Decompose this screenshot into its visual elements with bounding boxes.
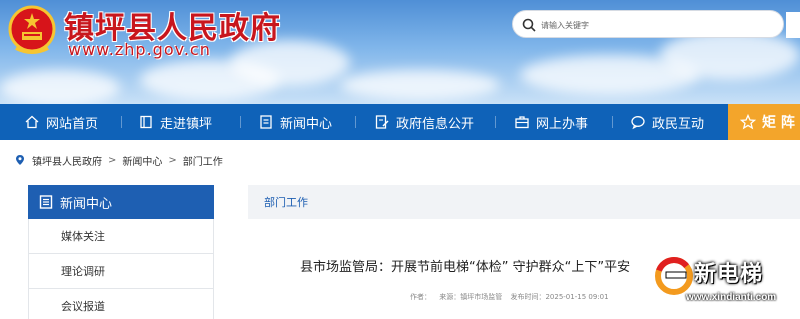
nav-divider	[612, 116, 613, 128]
breadcrumb-separator: >	[168, 154, 177, 166]
nav-item-home[interactable]: 网站首页	[24, 104, 98, 140]
nav-divider	[121, 116, 122, 128]
nav-item-label: 新闻中心	[280, 116, 333, 132]
breadcrumb-separator: >	[108, 154, 117, 166]
sidebar-item-label: 会议报道	[61, 300, 105, 313]
nav-item-news[interactable]: 新闻中心	[258, 104, 332, 140]
sidebar: 新闻中心 媒体关注 理论调研 会议报道	[28, 185, 214, 319]
nav-item-gov-info[interactable]: 政府信息公开	[374, 104, 474, 140]
sidebar-header: 新闻中心	[28, 185, 214, 219]
search-input[interactable]	[541, 15, 771, 35]
nav-divider	[355, 116, 356, 128]
sidebar-item-meetings[interactable]: 会议报道	[28, 289, 214, 319]
home-icon	[25, 115, 39, 129]
meta-source: 来源：镇坪市场监管	[439, 293, 503, 301]
watermark: 新电梯 www.xindianti.com	[652, 254, 800, 314]
search-icon[interactable]	[521, 17, 537, 33]
page: 镇坪县人民政府 www.zhp.gov.cn 网站首页 走进镇坪	[0, 0, 800, 319]
briefcase-icon	[515, 116, 529, 129]
nav-item-label: 网上办事	[536, 116, 589, 132]
nav-item-label: 政府信息公开	[396, 116, 475, 132]
breadcrumb-current[interactable]: 部门工作	[183, 153, 223, 168]
nav-item-interaction[interactable]: 政民互动	[630, 104, 704, 140]
article-title: 县市场监管局：开展节前电梯“体检” 守护群众“上下”平安	[300, 260, 631, 275]
main-nav: 网站首页 走进镇坪 新闻中心 政府信息公开 网上办事 政民互动	[0, 104, 800, 140]
chat-icon	[631, 116, 645, 130]
breadcrumb-home[interactable]: 镇坪县人民政府	[32, 153, 102, 168]
section-title: 部门工作	[264, 196, 308, 209]
watermark-text: 新电梯	[694, 262, 764, 287]
nav-divider	[240, 116, 241, 128]
breadcrumb-news[interactable]: 新闻中心	[122, 153, 162, 168]
document-icon	[39, 195, 53, 209]
search-box[interactable]	[512, 10, 784, 38]
nav-item-label: 矩 阵	[762, 115, 795, 131]
nav-item-about[interactable]: 走进镇坪	[138, 104, 212, 140]
sidebar-title: 新闻中心	[60, 196, 113, 212]
header-banner: 镇坪县人民政府 www.zhp.gov.cn	[0, 0, 800, 104]
edit-document-icon	[375, 115, 389, 129]
nav-item-online-service[interactable]: 网上办事	[514, 104, 588, 140]
header-side-tab[interactable]	[786, 12, 800, 38]
sidebar-item-media[interactable]: 媒体关注	[28, 219, 214, 254]
breadcrumb: 镇坪县人民政府 > 新闻中心 > 部门工作	[14, 152, 223, 168]
nav-item-matrix[interactable]: 矩 阵	[728, 104, 800, 140]
book-icon	[140, 115, 152, 129]
document-icon	[260, 115, 272, 129]
nav-item-label: 政民互动	[652, 116, 705, 132]
nav-item-label: 走进镇坪	[160, 116, 213, 132]
article-meta: 作者： 来源：镇坪市场监管 发布时间：2025-01-15 09:01	[410, 292, 615, 302]
national-emblem-icon	[8, 5, 56, 54]
location-pin-icon	[16, 155, 24, 165]
nav-divider	[495, 116, 496, 128]
watermark-url: www.xindianti.com	[686, 292, 777, 303]
meta-author: 作者：	[410, 293, 431, 301]
sidebar-item-label: 理论调研	[61, 265, 105, 278]
nav-item-label: 网站首页	[46, 116, 99, 132]
section-header: 部门工作	[248, 185, 800, 219]
star-icon	[740, 114, 756, 130]
sidebar-item-research[interactable]: 理论调研	[28, 254, 214, 289]
sidebar-item-label: 媒体关注	[61, 230, 105, 243]
site-url: www.zhp.gov.cn	[68, 40, 211, 59]
meta-published: 发布时间：2025-01-15 09:01	[510, 293, 609, 301]
